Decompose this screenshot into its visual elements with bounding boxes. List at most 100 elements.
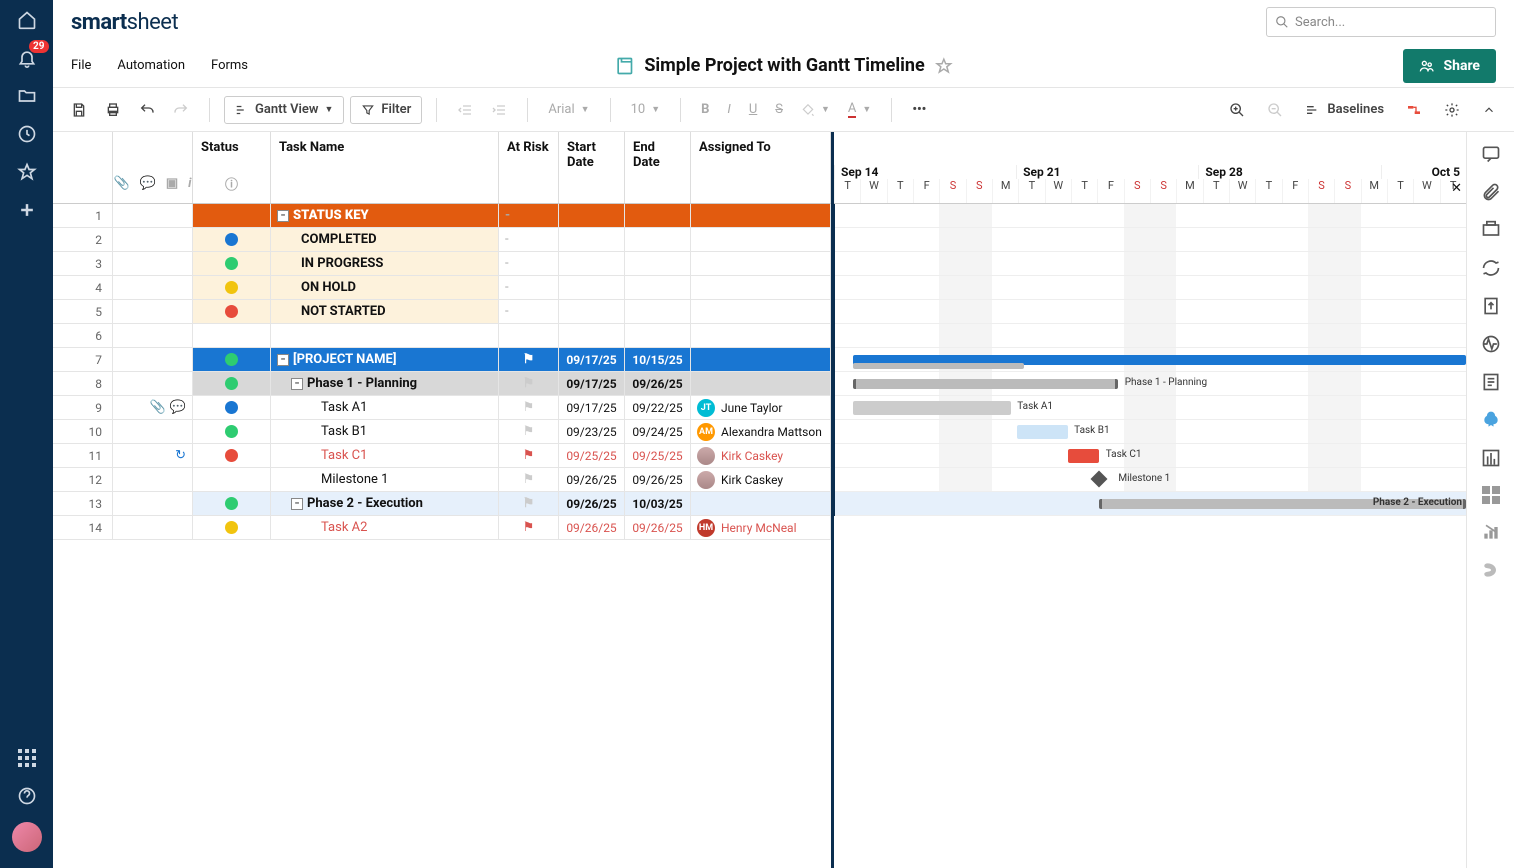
gantt-row[interactable]	[834, 276, 1466, 300]
row-number[interactable]: 9	[53, 396, 113, 419]
gantt-row[interactable]: Task B1	[834, 420, 1466, 444]
gantt-bar[interactable]	[853, 379, 1118, 389]
risk-cell[interactable]: ⚑	[499, 444, 559, 467]
status-cell[interactable]	[193, 372, 271, 395]
risk-cell[interactable]: -	[499, 300, 559, 323]
row-number[interactable]: 1	[53, 204, 113, 227]
gantt-row[interactable]	[834, 204, 1466, 228]
end-date-cell[interactable]	[625, 324, 691, 347]
start-date-cell[interactable]: 09/17/25	[559, 396, 625, 419]
end-date-cell[interactable]: 10/03/25	[625, 492, 691, 515]
task-cell[interactable]: −[PROJECT NAME]	[271, 348, 499, 371]
start-date-cell[interactable]	[559, 252, 625, 275]
baselines-button[interactable]: Baselines	[1299, 96, 1390, 124]
grid-row[interactable]: 14Task A2⚑09/26/2509/26/25HMHenry McNeal	[53, 516, 831, 540]
row-number[interactable]: 7	[53, 348, 113, 371]
col-status[interactable]: Status	[201, 140, 262, 155]
risk-cell[interactable]: ⚑	[499, 420, 559, 443]
update-requests-icon[interactable]	[1481, 258, 1501, 278]
workapps-icon[interactable]	[1481, 448, 1501, 468]
risk-cell[interactable]: ⚑	[499, 492, 559, 515]
assigned-cell[interactable]	[691, 252, 831, 275]
end-date-cell[interactable]: 09/24/25	[625, 420, 691, 443]
start-date-cell[interactable]: 09/26/25	[559, 468, 625, 491]
row-number[interactable]: 2	[53, 228, 113, 251]
outdent-icon[interactable]	[451, 96, 479, 124]
row-number[interactable]: 12	[53, 468, 113, 491]
end-date-cell[interactable]: 09/25/25	[625, 444, 691, 467]
risk-cell[interactable]: ⚑	[499, 396, 559, 419]
task-cell[interactable]: Milestone 1	[271, 468, 499, 491]
connector-icon[interactable]	[1481, 560, 1501, 580]
apps-icon[interactable]	[15, 746, 39, 770]
home-icon[interactable]	[15, 8, 39, 32]
gantt-row[interactable]: Task C1	[834, 444, 1466, 468]
start-date-cell[interactable]: 09/26/25	[559, 516, 625, 539]
row-number[interactable]: 4	[53, 276, 113, 299]
attachments-icon[interactable]	[1481, 182, 1501, 202]
status-cell[interactable]	[193, 228, 271, 251]
end-date-cell[interactable]	[625, 252, 691, 275]
row-number[interactable]: 3	[53, 252, 113, 275]
gantt-row[interactable]	[834, 324, 1466, 348]
assigned-cell[interactable]	[691, 300, 831, 323]
refresh-icon[interactable]: ↻	[175, 448, 186, 463]
task-cell[interactable]: ON HOLD	[271, 276, 499, 299]
status-cell[interactable]	[193, 492, 271, 515]
assigned-cell[interactable]	[691, 348, 831, 371]
assigned-cell[interactable]: HMHenry McNeal	[691, 516, 831, 539]
gantt-timeline[interactable]: Sep 14Sep 21Sep 28Oct 5 TWTFSSMTWTFSSMTW…	[834, 132, 1466, 868]
end-date-cell[interactable]	[625, 228, 691, 251]
risk-cell[interactable]: -	[499, 204, 559, 227]
filter-button[interactable]: Filter	[350, 96, 422, 124]
start-date-cell[interactable]: 09/17/25	[559, 372, 625, 395]
publish-icon[interactable]	[1481, 296, 1501, 316]
risk-cell[interactable]: -	[499, 228, 559, 251]
status-cell[interactable]	[193, 516, 271, 539]
help-icon[interactable]	[15, 784, 39, 808]
indent-icon[interactable]	[485, 96, 513, 124]
font-select[interactable]: Arial ▼	[542, 96, 595, 124]
task-cell[interactable]: COMPLETED	[271, 228, 499, 251]
gantt-bar[interactable]	[1017, 425, 1068, 439]
menu-automation[interactable]: Automation	[117, 58, 185, 73]
italic-icon[interactable]: I	[721, 96, 736, 124]
menu-forms[interactable]: Forms	[211, 58, 248, 73]
risk-cell[interactable]: -	[499, 276, 559, 299]
comment-icon[interactable]: 💬	[170, 400, 186, 415]
row-number[interactable]: 5	[53, 300, 113, 323]
col-assigned[interactable]: Assigned To	[699, 140, 822, 155]
collapse-toggle[interactable]: −	[291, 378, 303, 390]
textcolor-icon[interactable]: A▼	[842, 96, 877, 124]
menu-file[interactable]: File	[71, 58, 91, 73]
gantt-row[interactable]	[834, 252, 1466, 276]
collapse-toggle[interactable]: −	[291, 498, 303, 510]
save-icon[interactable]	[65, 96, 93, 124]
start-date-cell[interactable]: 09/23/25	[559, 420, 625, 443]
zoomout-icon[interactable]	[1261, 96, 1289, 124]
status-cell[interactable]	[193, 348, 271, 371]
assigned-cell[interactable]	[691, 204, 831, 227]
status-cell[interactable]	[193, 276, 271, 299]
start-date-cell[interactable]: 09/17/25	[559, 348, 625, 371]
proof-header-icon[interactable]: ▣	[166, 176, 178, 191]
settings-icon[interactable]	[1438, 96, 1466, 124]
task-cell[interactable]: −Phase 2 - Execution	[271, 492, 499, 515]
undo-icon[interactable]	[133, 96, 161, 124]
status-cell[interactable]	[193, 204, 271, 227]
task-cell[interactable]: IN PROGRESS	[271, 252, 499, 275]
star-icon[interactable]	[935, 57, 953, 75]
proofs-icon[interactable]	[1481, 220, 1501, 240]
favorites-icon[interactable]	[15, 160, 39, 184]
task-cell[interactable]: −Phase 1 - Planning	[271, 372, 499, 395]
status-cell[interactable]	[193, 444, 271, 467]
doc-title[interactable]: Simple Project with Gantt Timeline	[644, 55, 924, 76]
summary-icon[interactable]	[1481, 372, 1501, 392]
grid-row[interactable]: 10Task B1⚑09/23/2509/24/25AMAlexandra Ma…	[53, 420, 831, 444]
assigned-cell[interactable]: AMAlexandra Mattson	[691, 420, 831, 443]
grid-row[interactable]: 3IN PROGRESS-	[53, 252, 831, 276]
grid-row[interactable]: 13−Phase 2 - Execution⚑09/26/2510/03/25	[53, 492, 831, 516]
assigned-cell[interactable]	[691, 324, 831, 347]
end-date-cell[interactable]: 09/22/25	[625, 396, 691, 419]
grid-row[interactable]: 1−STATUS KEY-	[53, 204, 831, 228]
